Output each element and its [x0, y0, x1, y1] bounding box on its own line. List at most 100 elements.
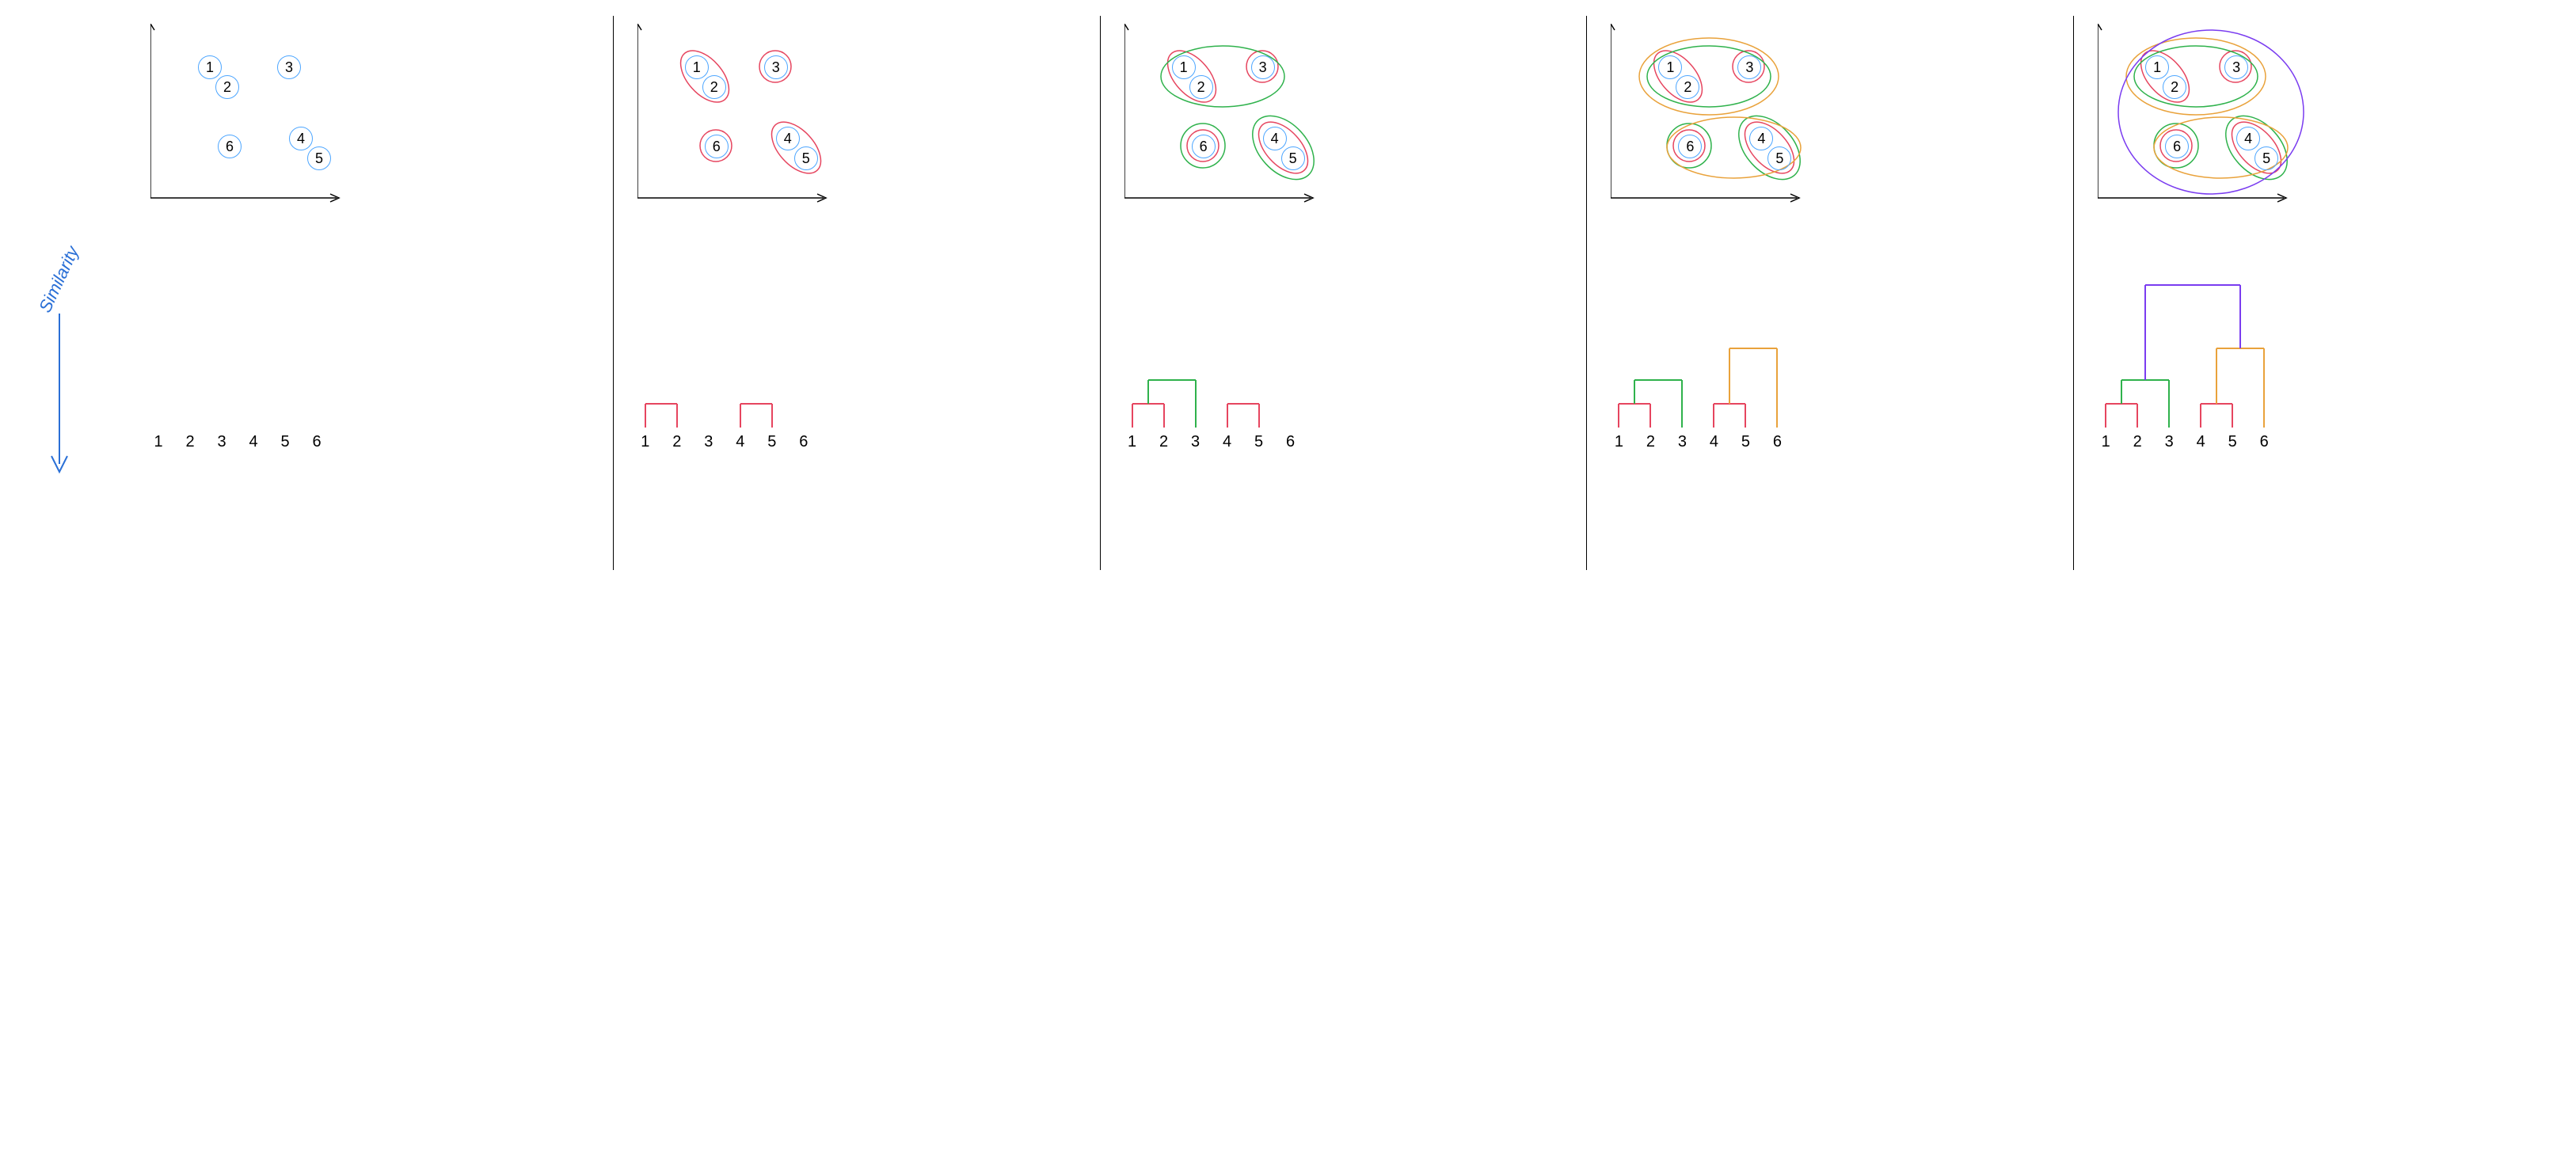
leaf-label-3: 3 [704, 433, 713, 451]
point-4: 4 [289, 127, 313, 150]
point-label: 6 [713, 139, 721, 155]
leaf-label-5: 5 [2228, 433, 2237, 451]
dendrogram: 123456 [2090, 269, 2552, 451]
point-5: 5 [1281, 146, 1305, 170]
cluster-red [2223, 113, 2290, 182]
leaf-label-4: 4 [736, 433, 744, 451]
cluster-red [1736, 113, 1803, 182]
point-2: 2 [2163, 75, 2186, 99]
leaf-label-3: 3 [1678, 433, 1687, 451]
dendrogram: 123456 [630, 269, 1092, 451]
panel-step-1: 123456123456 [127, 16, 613, 570]
dendrogram-svg [143, 269, 348, 435]
point-3: 3 [2224, 55, 2248, 79]
cluster-red [1250, 113, 1317, 182]
scatter-plot: 12 3 45 6 [143, 24, 605, 222]
leaf-label-5: 5 [1254, 433, 1263, 451]
point-label: 5 [1775, 150, 1783, 167]
leaf-label-6: 6 [2260, 433, 2269, 451]
point-3: 3 [277, 55, 301, 79]
point-6: 6 [705, 135, 729, 158]
leaf-label-4: 4 [1710, 433, 1718, 451]
point-label: 2 [1197, 79, 1205, 96]
point-4: 4 [776, 127, 800, 150]
point-1: 1 [1172, 55, 1196, 79]
leaf-label-2: 2 [185, 433, 194, 451]
point-label: 1 [206, 59, 214, 76]
dendrogram: 123456 [1603, 269, 2065, 451]
point-label: 5 [1289, 150, 1297, 167]
point-label: 6 [2173, 139, 2181, 155]
leaf-label-2: 2 [1646, 433, 1655, 451]
point-3: 3 [1251, 55, 1275, 79]
point-3: 3 [764, 55, 788, 79]
cluster-red [672, 42, 738, 111]
point-1: 1 [198, 55, 222, 79]
point-1: 1 [685, 55, 709, 79]
point-label: 3 [285, 59, 293, 76]
point-6: 6 [2165, 135, 2189, 158]
point-label: 5 [315, 150, 323, 167]
point-label: 4 [297, 131, 305, 147]
point-label: 5 [2262, 150, 2270, 167]
point-label: 1 [693, 59, 701, 76]
point-label: 3 [1745, 59, 1753, 76]
similarity-arrow-svg [44, 314, 75, 480]
dendrogram-svg [1603, 269, 1809, 435]
cluster-orange [1639, 38, 1779, 115]
leaf-label-1: 1 [2102, 433, 2110, 451]
panel-step-5: 123456123456 [2073, 16, 2560, 570]
point-label: 1 [1666, 59, 1674, 76]
cluster-overlay [1124, 24, 1330, 214]
leaf-label-3: 3 [1191, 433, 1200, 451]
scatter-plot: 123456 [1603, 24, 2065, 222]
cluster-purple [2118, 30, 2304, 194]
leaf-label-1: 1 [1128, 433, 1136, 451]
point-4: 4 [2236, 127, 2260, 150]
point-5: 5 [307, 146, 331, 170]
dendrogram: 1 2 3 4 5 6 [1117, 269, 1579, 451]
leaf-label-5: 5 [280, 433, 289, 451]
leaf-label-6: 6 [312, 433, 321, 451]
leaf-label-3: 3 [217, 433, 226, 451]
diagram-container: Similarity 123456123456 123456123456 123… [16, 16, 2560, 570]
dendrogram-svg [630, 269, 835, 435]
point-5: 5 [794, 146, 818, 170]
point-6: 6 [1192, 135, 1216, 158]
point-label: 3 [772, 59, 780, 76]
leaf-label-6: 6 [799, 433, 808, 451]
point-6: 6 [218, 135, 242, 158]
point-label: 1 [1180, 59, 1188, 76]
cluster-overlay [1611, 24, 1817, 214]
leaf-label-4: 4 [2197, 433, 2205, 451]
dendrogram-svg [2090, 269, 2296, 435]
point-label: 6 [226, 139, 234, 155]
scatter-plot: 12 3 45 6 [2090, 24, 2552, 222]
scatter-plot: 123456 [1117, 24, 1579, 222]
scatter-plot: 12 3 45 6 [630, 24, 1092, 222]
leaf-label-2: 2 [1159, 433, 1168, 451]
point-5: 5 [2254, 146, 2278, 170]
point-2: 2 [215, 75, 239, 99]
leaf-label-5: 5 [767, 433, 776, 451]
point-label: 5 [802, 150, 810, 167]
leaf-label-6: 6 [1773, 433, 1782, 451]
point-label: 6 [1686, 139, 1694, 155]
similarity-axis: Similarity [24, 269, 94, 480]
point-2: 2 [702, 75, 726, 99]
point-label: 1 [2153, 59, 2161, 76]
leaf-label-4: 4 [1223, 433, 1231, 451]
point-label: 3 [1259, 59, 1267, 76]
point-label: 2 [1684, 79, 1691, 96]
leaf-label-5: 5 [1741, 433, 1750, 451]
similarity-label: Similarity [35, 243, 83, 316]
point-label: 2 [223, 79, 231, 96]
panel-step-4: 123456123456 [1586, 16, 2073, 570]
cluster-green [1240, 105, 1326, 192]
point-label: 4 [784, 131, 792, 147]
dendrogram-svg [1117, 269, 1322, 435]
leaf-label-3: 3 [2165, 433, 2174, 451]
cluster-overlay [150, 24, 356, 214]
panel-step-3: 123456123456 [1100, 16, 1587, 570]
leaf-label-6: 6 [1286, 433, 1295, 451]
